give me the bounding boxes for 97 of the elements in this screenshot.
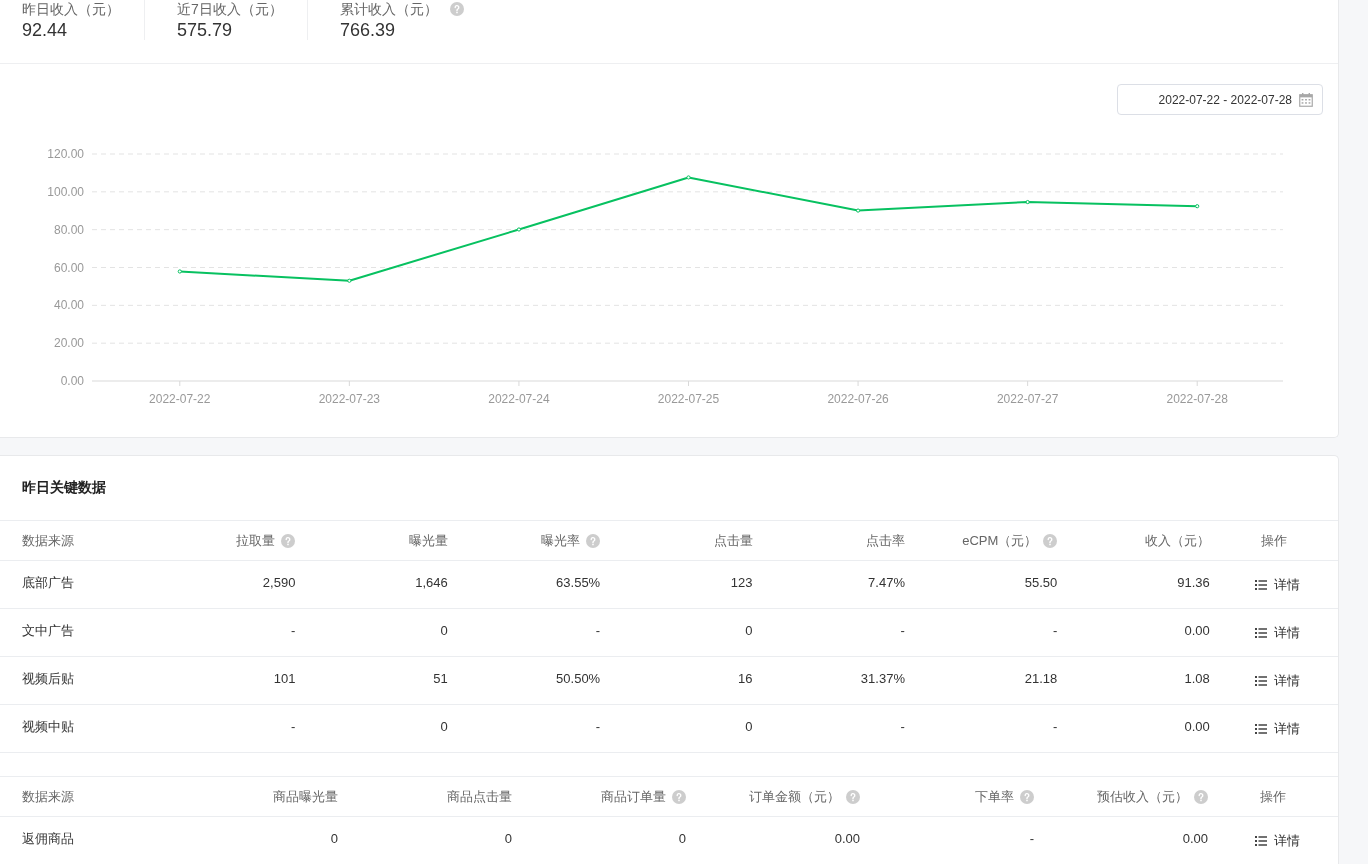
table-cell: 16 [738, 671, 753, 686]
help-icon[interactable] [1020, 789, 1034, 804]
details-button[interactable]: 详情 [1254, 831, 1300, 850]
x-axis-label: 2022-07-27 [996, 392, 1059, 406]
column-header: 点击率 [865, 531, 905, 550]
table-cell: 视频中贴 [22, 717, 74, 736]
help-icon[interactable] [1194, 789, 1208, 804]
column-header: 收入（元） [1144, 531, 1210, 550]
table-cell: - [900, 719, 905, 734]
x-axis-label: 2022-07-28 [1166, 392, 1228, 406]
table-cell: - [1053, 623, 1058, 638]
table-cell: 0 [330, 831, 338, 846]
details-button[interactable]: 详情 [1255, 671, 1301, 690]
y-axis-label: 120.00 [47, 147, 84, 161]
stat-value: 575.79 [177, 19, 233, 41]
y-axis-label: 0.00 [60, 374, 84, 388]
table-cell: - [595, 719, 601, 734]
y-axis-label: 40.00 [53, 298, 84, 313]
y-axis-label: 60.00 [53, 260, 84, 275]
x-axis-label: 2022-07-23 [318, 392, 381, 406]
table-cell: 文中广告 [22, 621, 74, 640]
stat-value: 92.44 [22, 19, 68, 41]
column-header: 操作 [1260, 787, 1286, 806]
table-cell: - [291, 719, 296, 734]
table-cell: 63.55% [556, 575, 601, 590]
x-axis-label: 2022-07-24 [488, 392, 550, 406]
details-button[interactable]: 详情 [1255, 623, 1301, 642]
y-axis-label: 100.00 [47, 184, 84, 199]
table-cell: 123 [730, 575, 753, 590]
calendar-icon [1299, 92, 1313, 107]
list-icon [1255, 723, 1268, 734]
list-icon [1254, 835, 1267, 846]
x-axis-label: 2022-07-26 [827, 392, 889, 406]
stat-label: 昨日收入（元） [22, 0, 120, 18]
table-cell: 50.50% [556, 671, 601, 686]
column-header: 操作 [1260, 531, 1287, 550]
stat-value: 766.39 [340, 19, 396, 41]
column-header: 预估收入（元） [1097, 787, 1188, 806]
help-icon[interactable] [846, 789, 860, 804]
section-title: 昨日关键数据 [22, 479, 106, 497]
table-cell: 91.36 [1177, 575, 1210, 590]
stat-label: 近7日收入（元） [177, 0, 283, 18]
table-cell: 0.00 [834, 831, 860, 846]
table-cell: - [1053, 719, 1058, 734]
column-header: 点击量 [713, 531, 753, 550]
column-header: 数据来源 [22, 787, 74, 806]
table-cell: 55.50 [1024, 575, 1058, 590]
stat-label: 累计收入（元） [340, 0, 438, 18]
column-header: 商品曝光量 [273, 787, 338, 806]
column-header: 曝光率 [541, 531, 581, 550]
table-cell: 返佣商品 [22, 829, 74, 848]
table-cell: 2,590 [262, 575, 296, 590]
list-icon [1255, 579, 1268, 590]
table-cell: 底部广告 [22, 573, 74, 592]
column-header: 商品订单量 [601, 787, 666, 806]
table-cell: 0.00 [1184, 719, 1210, 734]
table-cell: 21.18 [1024, 671, 1058, 686]
column-header: 拉取量 [236, 531, 276, 550]
table-cell: 0.00 [1184, 623, 1210, 638]
table-cell: 0 [504, 831, 512, 846]
help-icon[interactable] [672, 789, 686, 804]
table-cell: 101 [273, 671, 296, 686]
table-cell: - [900, 623, 905, 638]
column-header: 下单率 [975, 787, 1014, 806]
column-header: 订单金额（元） [749, 787, 840, 806]
table-cell: 视频后贴 [22, 669, 74, 688]
date-range-picker[interactable]: 2022-07-22 - 2022-07-28 [1117, 84, 1323, 115]
column-header: eCPM（元） [962, 531, 1038, 550]
table-cell: 0.00 [1182, 831, 1208, 846]
list-icon [1255, 675, 1268, 686]
table-cell: 1.08 [1184, 671, 1210, 686]
help-icon[interactable] [450, 2, 464, 16]
table-cell: 7.47% [868, 575, 905, 590]
column-header: 曝光量 [408, 531, 448, 550]
table-cell: 0 [440, 623, 448, 638]
x-axis-label: 2022-07-22 [149, 392, 211, 406]
table-cell: 0 [440, 719, 448, 734]
table-cell: 0 [745, 623, 753, 638]
help-icon[interactable] [1043, 533, 1058, 548]
table-cell: - [1029, 831, 1034, 846]
x-axis-label: 2022-07-25 [657, 392, 720, 406]
column-header: 商品点击量 [447, 787, 512, 806]
table-cell: 1,646 [415, 575, 448, 590]
table-cell: 0 [678, 831, 686, 846]
table-cell: 31.37% [860, 671, 905, 686]
help-icon[interactable] [586, 533, 601, 548]
list-icon [1255, 627, 1268, 638]
help-icon[interactable] [281, 533, 296, 548]
table-cell: - [595, 623, 601, 638]
y-axis-label: 80.00 [53, 222, 84, 237]
details-button[interactable]: 详情 [1255, 575, 1301, 594]
table-cell: 51 [433, 671, 448, 686]
details-button[interactable]: 详情 [1255, 719, 1301, 738]
column-header: 数据来源 [22, 531, 74, 550]
table-cell: - [291, 623, 296, 638]
table-cell: 0 [745, 719, 753, 734]
y-axis-label: 20.00 [53, 336, 84, 351]
